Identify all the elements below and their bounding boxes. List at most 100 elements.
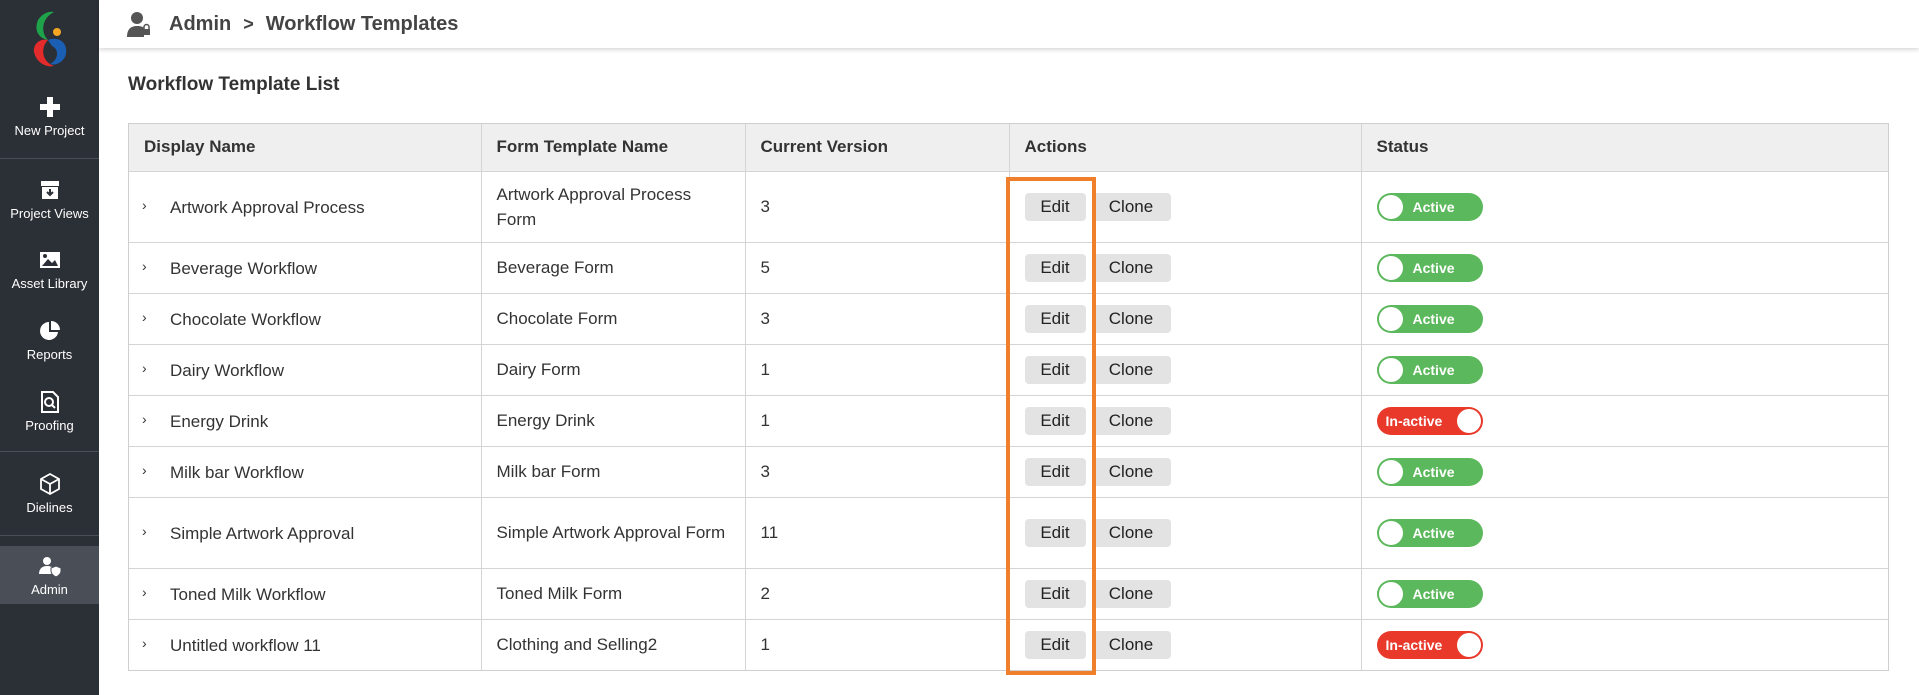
cell-form-template-name: Beverage Form xyxy=(481,242,746,294)
status-toggle[interactable]: In-active xyxy=(1376,630,1483,659)
status-toggle[interactable]: In-active xyxy=(1376,406,1483,435)
display-name-text[interactable]: Untitled workflow 11 xyxy=(170,636,321,655)
cell-form-template-name: Dairy Form xyxy=(481,344,746,396)
cell-form-template-name: Simple Artwork Approval Form xyxy=(481,497,746,569)
status-label: Active xyxy=(1412,585,1455,602)
clone-button[interactable]: Clone xyxy=(1091,630,1171,659)
edit-button[interactable]: Edit xyxy=(1024,304,1086,333)
table-row: › Beverage Workflow Beverage Form 5 Edit Clon… xyxy=(129,242,1888,294)
status-label: Active xyxy=(1412,198,1455,215)
cell-actions: Edit Clone xyxy=(1009,344,1362,396)
display-name-text[interactable]: Beverage Workflow xyxy=(170,259,317,278)
cell-current-version: 11 xyxy=(745,497,1010,569)
clone-button[interactable]: Clone xyxy=(1091,579,1171,608)
expand-chevron-icon[interactable]: › xyxy=(142,356,154,381)
status-label: Active xyxy=(1412,463,1455,480)
table-row: › Dairy Workflow Dairy Form 1 Edit Clone Activ… xyxy=(129,344,1888,396)
expand-chevron-icon[interactable]: › xyxy=(142,580,154,605)
clone-button[interactable]: Clone xyxy=(1091,253,1171,282)
table-header-row: Display Name Form Template Name Current … xyxy=(129,124,1888,172)
cell-current-version: 3 xyxy=(745,446,1010,498)
display-name-text[interactable]: Milk bar Workflow xyxy=(170,463,304,482)
breadcrumb-current: Workflow Templates xyxy=(265,12,459,35)
display-name-text[interactable]: Chocolate Workflow xyxy=(170,310,321,329)
edit-button[interactable]: Edit xyxy=(1024,518,1086,547)
cell-display-name: › Milk bar Workflow xyxy=(129,446,482,498)
cell-status: Active xyxy=(1361,497,1888,569)
table-row: › Energy Drink Energy Drink 1 Edit Clone In-ac… xyxy=(129,395,1888,447)
display-name-text[interactable]: Energy Drink xyxy=(170,412,268,431)
cell-display-name: › Toned Milk Workflow xyxy=(129,568,482,620)
edit-button[interactable]: Edit xyxy=(1024,630,1086,659)
table-row: › Simple Artwork Approval Simple Artwork A… xyxy=(129,497,1888,569)
expand-chevron-icon[interactable]: › xyxy=(142,631,154,656)
app-logo-icon[interactable] xyxy=(24,8,74,70)
display-name-text[interactable]: Simple Artwork Approval xyxy=(170,524,354,543)
cell-status: Active xyxy=(1361,446,1888,498)
clone-button[interactable]: Clone xyxy=(1091,457,1171,486)
sidebar-item-proofing[interactable]: Proofing xyxy=(0,390,99,433)
clone-button[interactable]: Clone xyxy=(1091,518,1171,547)
cell-status: In-active xyxy=(1361,619,1888,670)
status-label: Active xyxy=(1412,361,1455,378)
sidebar-item-admin[interactable]: Admin xyxy=(0,546,99,604)
expand-chevron-icon[interactable]: › xyxy=(142,254,154,279)
toggle-knob xyxy=(1378,581,1403,606)
cell-current-version: 1 xyxy=(745,344,1010,396)
column-header-actions: Actions xyxy=(1009,124,1362,172)
status-toggle[interactable]: Active xyxy=(1376,253,1483,282)
sidebar-item-project-views[interactable]: Project Views xyxy=(0,178,99,221)
expand-chevron-icon[interactable]: › xyxy=(142,305,154,330)
cell-status: Active xyxy=(1361,242,1888,294)
clone-button[interactable]: Clone xyxy=(1091,304,1171,333)
status-toggle[interactable]: Active xyxy=(1376,192,1483,221)
clone-button[interactable]: Clone xyxy=(1091,355,1171,384)
status-toggle[interactable]: Active xyxy=(1376,457,1483,486)
edit-button[interactable]: Edit xyxy=(1024,192,1086,221)
cell-display-name: › Chocolate Workflow xyxy=(129,293,482,345)
cell-status: In-active xyxy=(1361,395,1888,447)
clone-button[interactable]: Clone xyxy=(1091,192,1171,221)
expand-chevron-icon[interactable]: › xyxy=(142,458,154,483)
toggle-knob xyxy=(1378,520,1403,545)
document-search-icon xyxy=(40,391,59,413)
display-name-text[interactable]: Toned Milk Workflow xyxy=(170,585,326,604)
sidebar-item-asset-library[interactable]: Asset Library xyxy=(0,248,99,291)
cell-form-template-name: Milk bar Form xyxy=(481,446,746,498)
sidebar-item-label: Project Views xyxy=(10,206,89,221)
status-label: In-active xyxy=(1385,412,1443,429)
sidebar-divider xyxy=(0,535,99,536)
toggle-knob xyxy=(1378,194,1403,219)
edit-button[interactable]: Edit xyxy=(1024,253,1086,282)
toggle-knob xyxy=(1378,459,1403,484)
sidebar-item-dielines[interactable]: Dielines xyxy=(0,472,99,515)
sidebar: New Project Project Views Asset Library … xyxy=(0,0,99,695)
expand-chevron-icon[interactable]: › xyxy=(142,407,154,432)
display-name-text[interactable]: Dairy Workflow xyxy=(170,361,284,380)
sidebar-item-new-project[interactable]: New Project xyxy=(0,95,99,138)
sidebar-item-reports[interactable]: Reports xyxy=(0,319,99,362)
edit-button[interactable]: Edit xyxy=(1024,355,1086,384)
edit-button[interactable]: Edit xyxy=(1024,579,1086,608)
status-label: Active xyxy=(1412,310,1455,327)
cell-status: Active xyxy=(1361,568,1888,620)
user-admin-icon xyxy=(127,12,150,37)
edit-button[interactable]: Edit xyxy=(1024,406,1086,435)
cell-form-template-name: Chocolate Form xyxy=(481,293,746,345)
archive-icon xyxy=(40,181,59,199)
status-toggle[interactable]: Active xyxy=(1376,304,1483,333)
column-header-form-template-name: Form Template Name xyxy=(481,124,746,172)
clone-button[interactable]: Clone xyxy=(1091,406,1171,435)
status-toggle[interactable]: Active xyxy=(1376,355,1483,384)
status-toggle[interactable]: Active xyxy=(1376,518,1483,547)
breadcrumb-root[interactable]: Admin xyxy=(169,13,231,36)
cell-current-version: 3 xyxy=(745,171,1010,243)
sidebar-divider xyxy=(0,158,99,159)
status-toggle[interactable]: Active xyxy=(1376,579,1483,608)
expand-chevron-icon[interactable]: › xyxy=(142,193,154,218)
sidebar-item-label: Proofing xyxy=(25,418,74,433)
edit-button[interactable]: Edit xyxy=(1024,457,1086,486)
display-name-text[interactable]: Artwork Approval Process xyxy=(170,198,365,217)
breadcrumb: Admin > Workflow Templates xyxy=(169,13,458,36)
expand-chevron-icon[interactable]: › xyxy=(142,519,154,544)
